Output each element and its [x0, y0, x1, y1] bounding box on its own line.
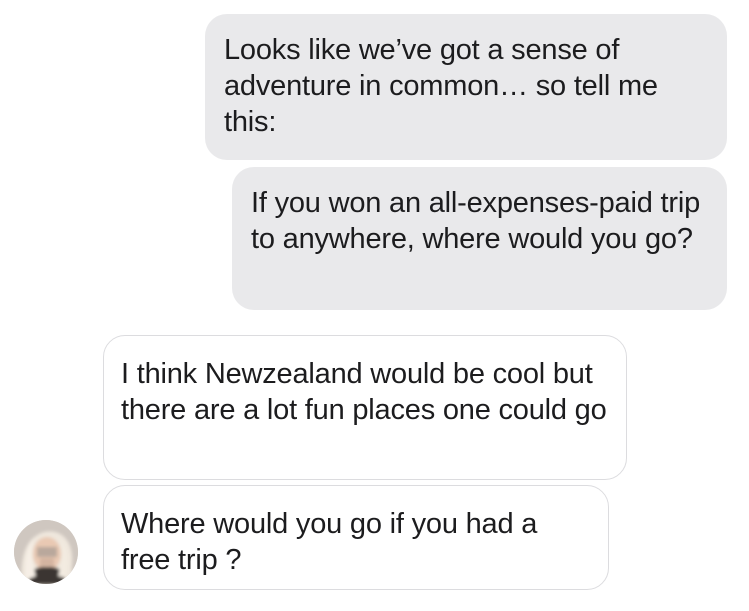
- message-text: If you won an all-expenses-paid trip to …: [251, 187, 700, 255]
- message-text: Looks like we’ve got a sense of adventur…: [224, 34, 658, 138]
- contact-avatar-icon: [14, 520, 78, 584]
- sent-message-bubble[interactable]: If you won an all-expenses-paid trip to …: [232, 167, 727, 310]
- message-text: I think Newzealand would be cool but the…: [121, 358, 607, 426]
- avatar[interactable]: [14, 520, 78, 584]
- received-message-bubble[interactable]: I think Newzealand would be cool but the…: [103, 335, 627, 480]
- received-message-bubble[interactable]: Where would you go if you had a free tri…: [103, 485, 609, 590]
- message-text: Where would you go if you had a free tri…: [121, 508, 538, 576]
- sent-message-bubble[interactable]: Looks like we’ve got a sense of adventur…: [205, 14, 727, 160]
